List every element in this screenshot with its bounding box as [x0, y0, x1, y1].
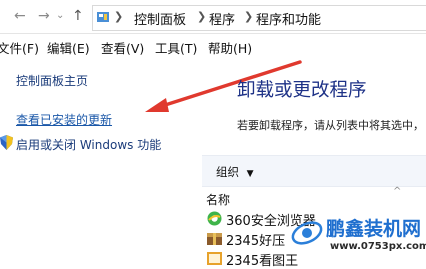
list-toolbar: 组织 ▼ [202, 155, 426, 187]
360-browser-icon [207, 211, 222, 226]
watermark: 鹏鑫装机网 www.0753px.com [290, 212, 426, 260]
page-title: 卸载或更改程序 [237, 80, 367, 101]
sort-caret-icon: ^ [393, 186, 402, 197]
column-header-name[interactable]: 名称 [206, 191, 230, 208]
dropdown-triangle-icon: ▼ [246, 169, 254, 179]
2345-haozip-icon [207, 233, 222, 245]
program-name: 2345好压 [226, 234, 286, 249]
watermark-logo-icon [291, 221, 323, 245]
organize-button[interactable]: 组织 ▼ [216, 164, 254, 180]
page-description: 若要卸载程序，请从列表中将其选中， [237, 119, 424, 132]
watermark-url: www.0753px.com [330, 241, 426, 252]
watermark-brand: 鹏鑫装机网 [326, 218, 422, 240]
organize-label: 组织 [216, 165, 239, 179]
2345-picviewer-icon [207, 252, 222, 265]
